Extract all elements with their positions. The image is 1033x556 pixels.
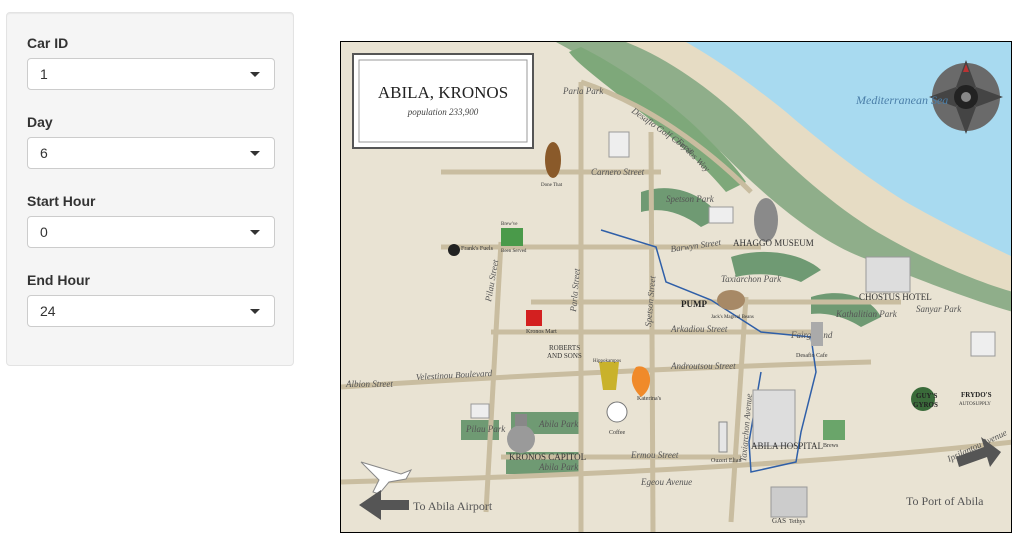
chevron-down-icon bbox=[250, 151, 260, 156]
day-label: Day bbox=[27, 114, 53, 130]
exit-port-label: To Port of Abila bbox=[906, 494, 984, 508]
svg-text:Tethys: Tethys bbox=[789, 519, 806, 525]
roberts-and-sons[interactable]: ROBERTS AND SONS bbox=[547, 344, 582, 360]
map-subtitle: population 233,900 bbox=[407, 107, 479, 117]
sidebar-panel: Car ID 1 Day 6 Start Hour 0 End Hour 24 bbox=[6, 12, 294, 366]
svg-text:AHAGGO MUSEUM: AHAGGO MUSEUM bbox=[733, 238, 814, 248]
svg-text:Hippokampos: Hippokampos bbox=[593, 359, 621, 364]
svg-text:Frank's Fuels: Frank's Fuels bbox=[461, 246, 494, 252]
svg-text:Katerina's: Katerina's bbox=[637, 396, 662, 402]
chevron-down-icon bbox=[250, 230, 260, 235]
map-canvas: ABILA, KRONOS population 233,900 Mediter… bbox=[341, 42, 1011, 532]
svg-text:ABILA HOSPITAL: ABILA HOSPITAL bbox=[751, 441, 823, 451]
street-albion: Albion Street bbox=[345, 379, 393, 389]
street-egeou: Egeou Avenue bbox=[640, 477, 692, 487]
coffee-shop[interactable]: Coffee bbox=[606, 401, 628, 436]
park-abila-bottom: Abila Park bbox=[538, 462, 579, 472]
park-taxiarchon: Taxiarchon Park bbox=[721, 274, 782, 284]
exit-airport-label: To Abila Airport bbox=[413, 499, 493, 513]
map-title-cartouche: ABILA, KRONOS population 233,900 bbox=[352, 53, 534, 149]
end-hour-value: 24 bbox=[40, 303, 56, 319]
map-title: ABILA, KRONOS bbox=[378, 83, 508, 102]
svg-text:FRYDO'S: FRYDO'S bbox=[961, 391, 992, 399]
day-value: 6 bbox=[40, 145, 48, 161]
svg-text:CHOSTUS HOTEL: CHOSTUS HOTEL bbox=[859, 292, 932, 302]
start-hour-label: Start Hour bbox=[27, 193, 96, 209]
street-androutsou: Androutsou Street bbox=[670, 361, 736, 371]
car-id-label: Car ID bbox=[27, 35, 69, 51]
svg-text:GYROS: GYROS bbox=[913, 401, 938, 409]
park-abila-top: Abila Park bbox=[538, 419, 579, 429]
street-arkadiou: Arkadiou Street bbox=[670, 324, 728, 334]
svg-text:Coffee: Coffee bbox=[609, 429, 626, 436]
car-id-select[interactable]: 1 bbox=[27, 58, 275, 90]
start-hour-select[interactable]: 0 bbox=[27, 216, 275, 248]
chevron-down-icon bbox=[250, 309, 260, 314]
park-parla: Parla Park bbox=[562, 86, 604, 96]
svg-text:AUTOSUPPLY: AUTOSUPPLY bbox=[959, 402, 991, 407]
building-icon bbox=[970, 331, 996, 357]
end-hour-label: End Hour bbox=[27, 272, 90, 288]
end-hour-select[interactable]: 24 bbox=[27, 295, 275, 327]
svg-text:Kronos Mart: Kronos Mart bbox=[526, 329, 557, 335]
street-ermou: Ermou Street bbox=[630, 450, 679, 460]
day-select[interactable]: 6 bbox=[27, 137, 275, 169]
chevron-down-icon bbox=[250, 72, 260, 77]
gas-tethys[interactable]: GAS Tethys bbox=[770, 486, 808, 525]
park-spetson: Spetson Park bbox=[666, 194, 715, 204]
abila-map[interactable]: ABILA, KRONOS population 233,900 Mediter… bbox=[340, 41, 1012, 533]
park-sanyar: Sanyar Park bbox=[916, 304, 962, 314]
svg-text:KRONOS CAPITOL: KRONOS CAPITOL bbox=[509, 452, 586, 462]
svg-text:ROBERTS: ROBERTS bbox=[549, 344, 580, 352]
svg-text:Been Served: Been Served bbox=[501, 249, 527, 254]
svg-text:PUMP: PUMP bbox=[681, 299, 707, 309]
svg-text:Jack's Magical Beans: Jack's Magical Beans bbox=[711, 315, 754, 320]
building-icon bbox=[608, 131, 630, 158]
park-kathalitian: Kathalitian Park bbox=[835, 309, 898, 319]
park-pilau: Pilau Park bbox=[465, 424, 506, 434]
building-icon bbox=[470, 403, 490, 419]
svg-text:Brew've: Brew've bbox=[501, 222, 518, 227]
start-hour-value: 0 bbox=[40, 224, 48, 240]
svg-text:GUY'S: GUY'S bbox=[916, 392, 938, 400]
svg-text:Brews: Brews bbox=[823, 443, 839, 449]
svg-text:GAS: GAS bbox=[772, 517, 786, 525]
sea-label: Mediterranean Sea bbox=[855, 93, 948, 107]
svg-text:Ouzeri Elian: Ouzeri Elian bbox=[711, 458, 742, 464]
car-id-value: 1 bbox=[40, 66, 48, 82]
svg-text:Done That: Done That bbox=[541, 183, 563, 188]
svg-text:AND SONS: AND SONS bbox=[547, 352, 582, 360]
street-carnero: Carnero Street bbox=[591, 167, 645, 177]
svg-text:Desafio Cafe: Desafio Cafe bbox=[796, 352, 828, 359]
building-icon bbox=[708, 206, 734, 224]
